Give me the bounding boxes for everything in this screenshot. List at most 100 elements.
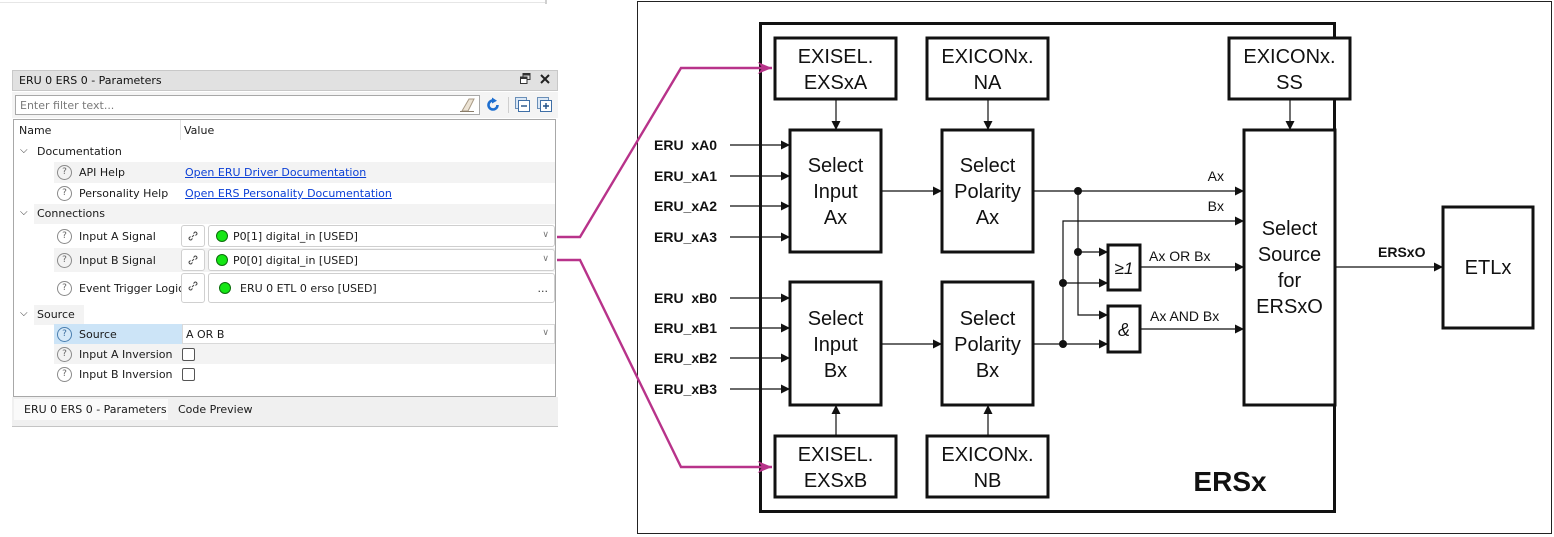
input-label: ERU_xA2 [654, 198, 717, 214]
expand-all-icon[interactable] [537, 97, 553, 113]
link-icon [188, 281, 198, 291]
tab-code-preview[interactable]: Code Preview [168, 399, 263, 420]
link-icon [188, 231, 198, 241]
category-connections[interactable]: ⌵ Connections [14, 204, 555, 224]
link-button[interactable] [181, 249, 205, 271]
event-trigger-logic-field[interactable]: ERU 0 ETL 0 erso [USED] ... [208, 273, 555, 303]
gate-or-symbol: ≥1 [1115, 259, 1134, 278]
personality-help-link[interactable]: Open ERS Personality Documentation [185, 187, 392, 200]
restore-window-icon[interactable] [517, 73, 533, 89]
chevron-down-icon[interactable]: ∨ [542, 254, 549, 264]
close-icon[interactable] [537, 73, 553, 89]
row-input-a-inversion[interactable]: ? Input A Inversion [14, 344, 555, 364]
panel-titlebar: ERU 0 ERS 0 - Parameters [12, 70, 558, 91]
chevron-down-icon[interactable]: ∨ [542, 230, 549, 240]
block-select-polarity-b: Select Polarity Bx [940, 280, 1035, 407]
block-select-input-a: Select Input Ax [788, 128, 883, 254]
input-label: ERU_xB1 [654, 320, 717, 336]
register-nb: EXICONx. NB [925, 434, 1050, 499]
selected-value: ERU 0 ETL 0 erso [USED] [240, 282, 377, 295]
signal-label-or: Ax OR Bx [1149, 248, 1210, 264]
block-line: Input [813, 334, 858, 356]
param-name: Personality Help [79, 187, 169, 200]
input-label: ERU_xB2 [654, 350, 717, 366]
gate-and-symbol: & [1118, 320, 1130, 340]
chevron-down-icon[interactable]: ⌵ [20, 308, 28, 319]
block-line: Ax [976, 207, 999, 229]
input-b-signal-select[interactable]: P0[0] digital_in [USED] ∨ [208, 249, 555, 271]
help-icon[interactable]: ? [57, 253, 72, 268]
row-input-a-signal[interactable]: ? Input A Signal P0[1] digital_in [USED]… [14, 224, 555, 248]
selected-value: A OR B [186, 328, 225, 341]
row-input-b-signal[interactable]: ? Input B Signal P0[0] digital_in [USED]… [14, 248, 555, 272]
row-personality-help[interactable]: ? Personality Help Open ERS Personality … [14, 183, 555, 204]
block-line: Polarity [954, 181, 1021, 203]
input-label: ERU xA0 [654, 137, 717, 153]
block-line: Select [808, 155, 864, 177]
block-line: Select [960, 308, 1016, 330]
help-icon[interactable]: ? [57, 229, 72, 244]
tree-header: Name Value [14, 120, 555, 140]
register-line: EXICONx. [941, 444, 1033, 466]
row-input-b-inversion[interactable]: ? Input B Inversion [14, 364, 555, 384]
parameters-panel: ERU 0 ERS 0 - Parameters Name Value [12, 70, 558, 427]
eraser-icon[interactable] [459, 98, 475, 112]
param-name: Source [79, 328, 117, 341]
link-button[interactable] [181, 273, 205, 303]
input-a-inversion-checkbox[interactable] [182, 348, 195, 361]
panel-tabs: ERU 0 ERS 0 - Parameters Code Preview [12, 397, 558, 427]
register-na: EXICONx. NA [925, 36, 1050, 101]
input-a-signal-select[interactable]: P0[1] digital_in [USED] ∨ [208, 225, 555, 247]
register-line: EXICONx. [1243, 46, 1335, 68]
column-header-value[interactable]: Value [184, 124, 214, 137]
tab-parameters[interactable]: ERU 0 ERS 0 - Parameters [14, 399, 177, 420]
signal-label-ax: Ax [1208, 168, 1224, 184]
help-icon[interactable]: ? [57, 367, 72, 382]
block-select-source: Select Source for ERSxO [1242, 128, 1337, 407]
register-line: SS [1276, 72, 1303, 94]
block-etlx: ETLx [1441, 205, 1535, 330]
block-line: ETLx [1465, 257, 1512, 279]
signal-label-and: Ax AND Bx [1150, 308, 1219, 324]
chevron-down-icon[interactable]: ∨ [542, 328, 549, 338]
chevron-down-icon[interactable]: ⌵ [20, 145, 28, 156]
column-divider[interactable] [180, 120, 181, 140]
more-options-button[interactable]: ... [538, 282, 549, 295]
filter-input[interactable] [15, 95, 480, 115]
junction-dot [1059, 340, 1067, 348]
input-label: ERU_xA3 [654, 229, 717, 245]
help-icon[interactable]: ? [57, 281, 72, 296]
row-api-help[interactable]: ? API Help Open ERU Driver Documentation [14, 162, 555, 183]
register-exsxb: EXISEL. EXSxB [773, 434, 898, 499]
help-icon[interactable]: ? [57, 186, 72, 201]
param-name: Input B Inversion [79, 368, 173, 381]
source-select[interactable]: A OR B ∨ [182, 324, 555, 344]
register-ss: EXICONx. SS [1227, 36, 1352, 101]
help-icon[interactable]: ? [57, 347, 72, 362]
row-source[interactable]: ? Source A OR B ∨ [14, 324, 555, 344]
toolbar-separator [508, 97, 509, 113]
junction-dot [1074, 248, 1082, 256]
block-select-polarity-a: Select Polarity Ax [940, 128, 1035, 254]
block-line: Polarity [954, 334, 1021, 356]
param-name: Event Trigger Logic [79, 282, 185, 295]
api-help-link[interactable]: Open ERU Driver Documentation [185, 166, 366, 179]
refresh-icon[interactable] [485, 97, 501, 113]
link-button[interactable] [181, 225, 205, 247]
block-line: for [1278, 270, 1302, 292]
category-source[interactable]: ⌵ Source [14, 305, 555, 325]
column-header-name[interactable]: Name [19, 124, 51, 137]
register-line: NB [974, 470, 1002, 492]
chevron-down-icon[interactable]: ⌵ [20, 207, 28, 218]
selected-value: P0[0] digital_in [USED] [233, 254, 358, 267]
help-icon[interactable]: ? [57, 327, 72, 342]
block-line: Bx [976, 360, 999, 382]
row-event-trigger-logic[interactable]: ? Event Trigger Logic ERU 0 ETL 0 erso [… [14, 272, 555, 305]
input-b-inversion-checkbox[interactable] [182, 368, 195, 381]
category-documentation[interactable]: ⌵ Documentation [14, 142, 555, 162]
register-line: EXISEL. [798, 444, 874, 466]
help-icon[interactable]: ? [57, 165, 72, 180]
signal-label-bx: Bx [1208, 198, 1224, 214]
link-icon [188, 255, 198, 265]
collapse-all-icon[interactable] [515, 97, 531, 113]
